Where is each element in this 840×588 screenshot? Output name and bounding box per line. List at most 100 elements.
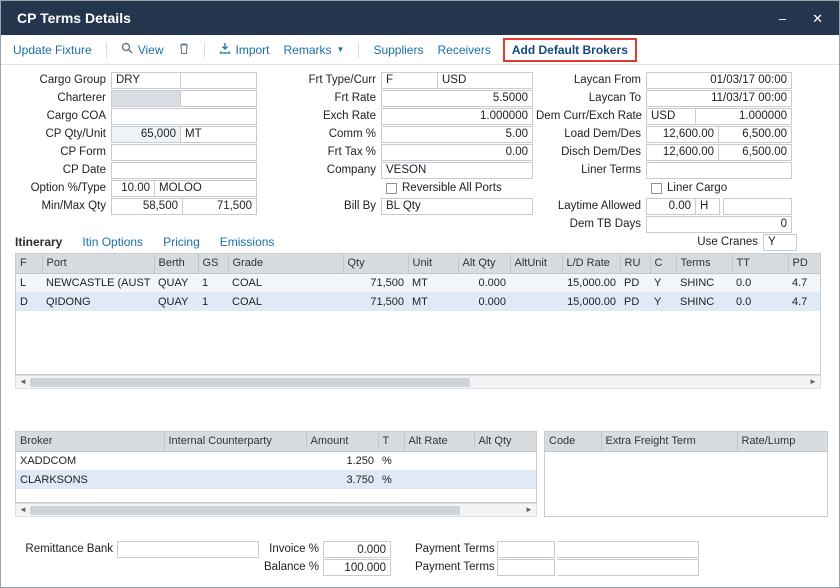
balance-pct-input[interactable]: 100.000 bbox=[323, 559, 391, 576]
minimize-button[interactable]: – bbox=[779, 12, 786, 25]
laytime-unit-input[interactable]: H bbox=[696, 198, 720, 215]
use-cranes-input[interactable]: Y bbox=[763, 234, 797, 251]
field-comm-pct: Comm % 5.00 bbox=[301, 125, 535, 143]
scroll-thumb[interactable] bbox=[30, 506, 460, 515]
col-pd: PD bbox=[788, 254, 821, 273]
laytime-allowed-input[interactable]: 0.00 bbox=[646, 198, 696, 215]
col-alt-rate: Alt Rate bbox=[404, 432, 474, 451]
scroll-left-icon[interactable]: ◄ bbox=[16, 376, 30, 388]
add-default-brokers-button[interactable]: Add Default Brokers bbox=[505, 39, 635, 61]
frt-curr-input[interactable]: USD bbox=[438, 72, 533, 89]
invoice-pct-input[interactable]: 0.000 bbox=[323, 541, 391, 558]
field-cargo-coa: Cargo COA bbox=[11, 107, 259, 125]
remittance-bank-input[interactable] bbox=[117, 541, 259, 558]
frt-rate-input[interactable]: 5.5000 bbox=[381, 90, 533, 107]
bill-by-select[interactable]: BL Qty bbox=[381, 198, 533, 215]
load-dem-input[interactable]: 12,600.00 bbox=[646, 126, 719, 143]
dem-tb-days-input[interactable]: 0 bbox=[646, 216, 792, 233]
broker-row[interactable]: XADDCOM 1.250 % bbox=[16, 451, 537, 470]
liner-cargo-checkbox[interactable] bbox=[651, 183, 662, 194]
suppliers-button[interactable]: Suppliers bbox=[373, 43, 423, 57]
cp-form-input[interactable] bbox=[111, 144, 257, 161]
payment-terms-1-desc-input[interactable] bbox=[557, 541, 699, 558]
payment-terms-2-desc-input[interactable] bbox=[557, 559, 699, 576]
tab-itinerary[interactable]: Itinerary bbox=[15, 235, 62, 251]
window-title: CP Terms Details bbox=[17, 10, 753, 26]
exch-rate-label: Exch Rate bbox=[301, 110, 381, 122]
delete-button[interactable] bbox=[178, 42, 190, 58]
col-broker: Broker bbox=[16, 432, 164, 451]
dem-exch-rate-input[interactable]: 1.000000 bbox=[696, 108, 792, 125]
field-laycan-from: Laycan From 01/03/17 00:00 bbox=[536, 71, 797, 89]
payment-terms-2-code-input[interactable] bbox=[497, 559, 555, 576]
update-fixture-label: Update Fixture bbox=[13, 43, 92, 57]
update-fixture-button[interactable]: Update Fixture bbox=[13, 43, 92, 57]
scroll-right-icon[interactable]: ► bbox=[522, 504, 536, 516]
cargo-coa-input[interactable] bbox=[111, 108, 257, 125]
import-button[interactable]: Import bbox=[219, 42, 270, 57]
frt-tax-pct-input[interactable]: 0.00 bbox=[381, 144, 533, 161]
min-qty-input[interactable]: 58,500 bbox=[111, 198, 183, 215]
col-rate-lump: Rate/Lump bbox=[737, 432, 827, 451]
itinerary-grid: F Port Berth GS Grade Qty Unit Alt Qty A… bbox=[15, 253, 821, 375]
cp-date-input[interactable] bbox=[111, 162, 257, 179]
col-tt: TT bbox=[732, 254, 788, 273]
company-input[interactable]: VESON bbox=[381, 162, 533, 179]
frt-type-input[interactable]: F bbox=[381, 72, 438, 89]
field-disch-dem-des: Disch Dem/Des 12,600.00 6,500.00 bbox=[536, 143, 797, 161]
reversible-all-ports-checkbox[interactable] bbox=[386, 183, 397, 194]
close-button[interactable]: ✕ bbox=[812, 12, 823, 25]
form-column-right: Laycan From 01/03/17 00:00 Laycan To 11/… bbox=[536, 71, 797, 251]
magnifier-icon bbox=[121, 42, 133, 57]
laycan-from-input[interactable]: 01/03/17 00:00 bbox=[646, 72, 792, 89]
form-column-left: Cargo Group DRY Charterer Cargo COA CP Q… bbox=[11, 71, 259, 215]
disch-des-input[interactable]: 6,500.00 bbox=[719, 144, 792, 161]
tab-itin-options[interactable]: Itin Options bbox=[82, 235, 143, 251]
scroll-thumb[interactable] bbox=[30, 378, 470, 387]
option-pct-input[interactable]: 10.00 bbox=[111, 180, 155, 197]
exch-rate-input[interactable]: 1.000000 bbox=[381, 108, 533, 125]
scroll-left-icon[interactable]: ◄ bbox=[16, 504, 30, 516]
max-qty-input[interactable]: 71,500 bbox=[183, 198, 257, 215]
dem-curr-input[interactable]: USD bbox=[646, 108, 696, 125]
laytime-extra-input[interactable] bbox=[723, 198, 792, 215]
extra-freight-grid: Code Extra Freight Term Rate/Lump bbox=[544, 431, 828, 517]
broker-hscrollbar[interactable]: ◄ ► bbox=[15, 503, 537, 517]
tab-emissions[interactable]: Emissions bbox=[220, 235, 275, 251]
scroll-right-icon[interactable]: ► bbox=[806, 376, 820, 388]
broker-row[interactable]: CLARKSONS 3.750 % bbox=[16, 470, 537, 489]
cp-qty-input[interactable]: 65,000 bbox=[111, 126, 181, 143]
comm-pct-input[interactable]: 5.00 bbox=[381, 126, 533, 143]
cargo-group-input2[interactable] bbox=[181, 72, 257, 89]
remarks-button[interactable]: Remarks ▼ bbox=[284, 43, 345, 57]
receivers-button[interactable]: Receivers bbox=[437, 43, 490, 57]
liner-terms-input[interactable] bbox=[646, 162, 792, 179]
cp-unit-input[interactable]: MT bbox=[181, 126, 257, 143]
laytime-allowed-label: Laytime Allowed bbox=[536, 200, 646, 212]
col-altunit: AltUnit bbox=[510, 254, 562, 273]
laycan-to-input[interactable]: 11/03/17 00:00 bbox=[646, 90, 792, 107]
balance-pct-label: Balance % bbox=[241, 561, 319, 573]
cell: Y bbox=[650, 273, 676, 292]
view-button[interactable]: View bbox=[121, 42, 164, 57]
itinerary-row[interactable]: D QIDONG QUAY 1 COAL 71,500 MT 0.000 15,… bbox=[16, 292, 821, 311]
field-cp-date: CP Date bbox=[11, 161, 259, 179]
field-option-pct-type: Option %/Type 10.00 MOLOO bbox=[11, 179, 259, 197]
itinerary-hscrollbar[interactable]: ◄ ► bbox=[15, 375, 821, 389]
load-des-input[interactable]: 6,500.00 bbox=[719, 126, 792, 143]
remarks-label: Remarks bbox=[284, 43, 332, 57]
broker-grid: Broker Internal Counterparty Amount T Al… bbox=[15, 431, 537, 503]
itinerary-row[interactable]: L NEWCASTLE (AUST QUAY 1 COAL 71,500 MT … bbox=[16, 273, 821, 292]
field-bill-by: Bill By BL Qty bbox=[301, 197, 535, 215]
disch-dem-input[interactable]: 12,600.00 bbox=[646, 144, 719, 161]
charterer-input2[interactable] bbox=[181, 90, 257, 107]
cell: 1 bbox=[198, 273, 228, 292]
tab-pricing[interactable]: Pricing bbox=[163, 235, 200, 251]
option-type-input[interactable]: MOLOO bbox=[155, 180, 257, 197]
cargo-group-input[interactable]: DRY bbox=[111, 72, 181, 89]
payment-terms-1-code-input[interactable] bbox=[497, 541, 555, 558]
cell: SHINC bbox=[676, 273, 732, 292]
col-f: F bbox=[16, 254, 42, 273]
cargo-coa-label: Cargo COA bbox=[11, 110, 111, 122]
import-icon bbox=[219, 42, 231, 57]
